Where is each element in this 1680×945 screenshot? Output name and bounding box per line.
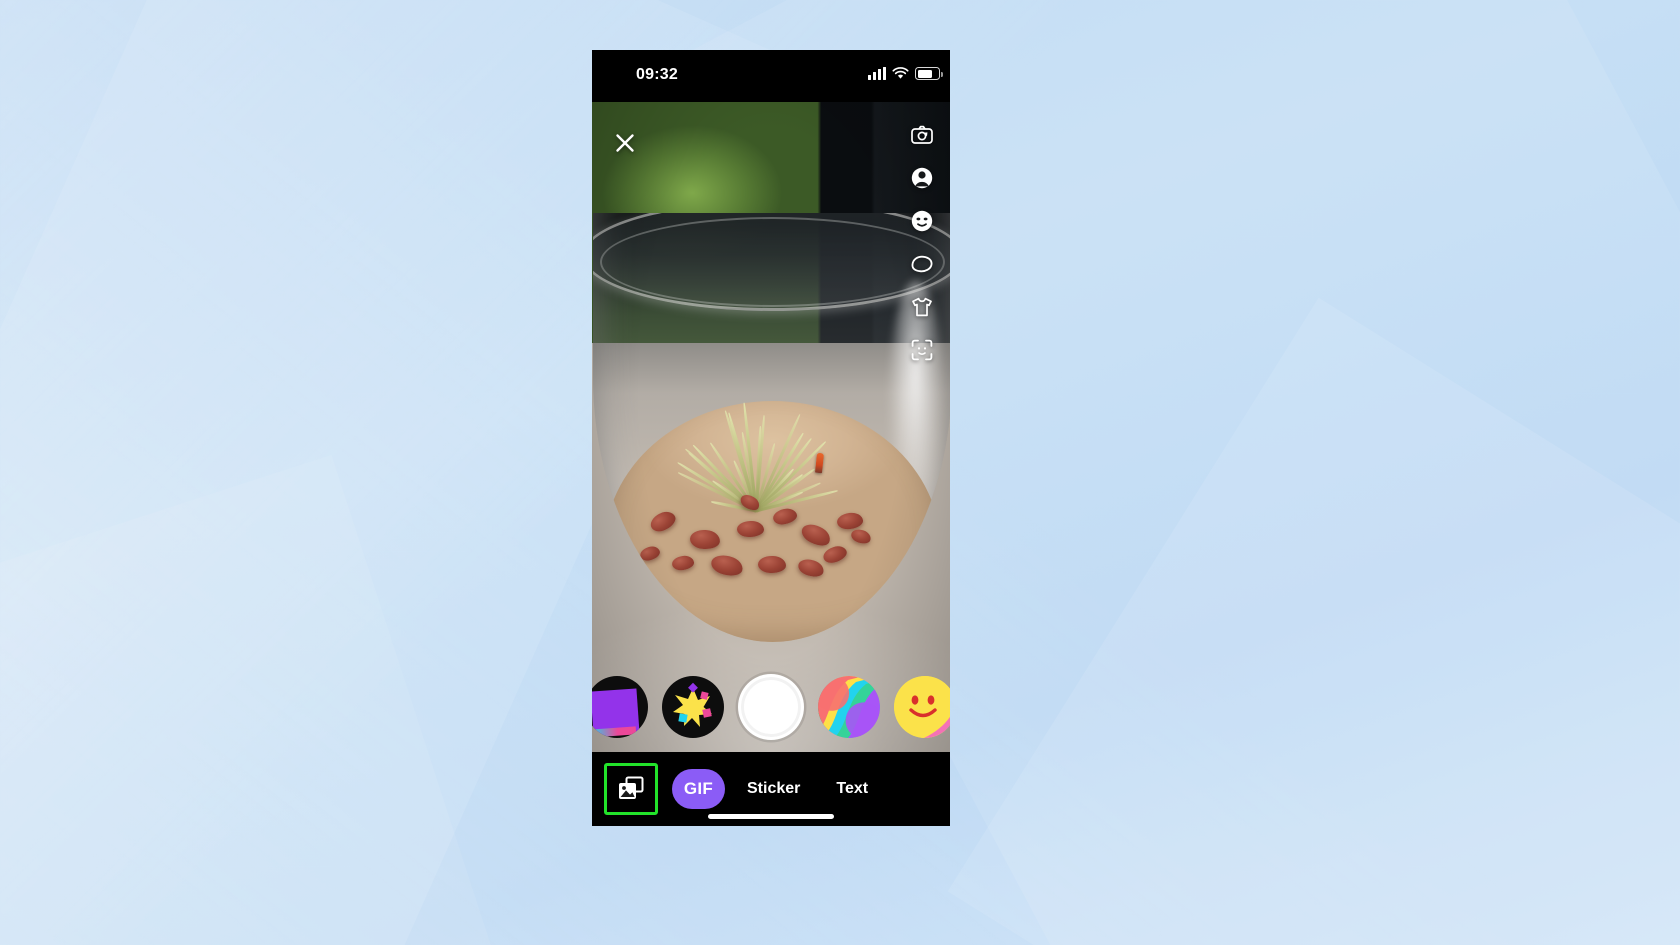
face-filter-icon[interactable]: [902, 204, 942, 238]
scan-face-icon[interactable]: [902, 333, 942, 367]
lens-effect-icon[interactable]: [902, 247, 942, 281]
filter-smiley[interactable]: [894, 676, 950, 738]
filter-rainbow[interactable]: [818, 676, 880, 738]
status-bar: 09:32: [592, 50, 950, 102]
camera-tool-rail: [898, 118, 946, 367]
wallpaper-facet: [0, 455, 523, 945]
close-icon[interactable]: [608, 126, 642, 160]
flip-camera-icon[interactable]: [902, 118, 942, 152]
miniature-figurine: [815, 452, 824, 473]
bowl-rim-inner: [600, 217, 945, 307]
cellular-signal-icon: [868, 67, 886, 80]
portrait-icon[interactable]: [902, 161, 942, 195]
camera-viewfinder[interactable]: [592, 102, 950, 752]
phone-screen: 09:32 GIF Sticker Text: [592, 50, 950, 826]
glass-terrarium-bowl: [593, 213, 950, 642]
red-stone: [758, 555, 786, 573]
status-bar-time: 09:32: [636, 66, 678, 84]
outfit-icon[interactable]: [902, 290, 942, 324]
wallpaper-facet: [948, 298, 1680, 945]
wifi-icon: [892, 67, 909, 80]
status-bar-indicators: [868, 67, 940, 80]
air-plant: [686, 341, 826, 511]
filter-burst[interactable]: [662, 676, 724, 738]
image-gallery-icon: [617, 776, 645, 802]
bottom-tab-bar: GIF Sticker Text: [592, 752, 950, 826]
filter-purple[interactable]: [592, 676, 648, 738]
shutter-button[interactable]: [738, 674, 804, 740]
tab-sticker[interactable]: Sticker: [733, 772, 814, 806]
home-indicator: [708, 814, 834, 819]
battery-icon: [915, 67, 940, 80]
tab-gallery[interactable]: [604, 763, 658, 815]
tab-gif[interactable]: GIF: [672, 769, 725, 809]
filter-carousel[interactable]: [592, 670, 950, 744]
tab-text[interactable]: Text: [822, 772, 882, 806]
